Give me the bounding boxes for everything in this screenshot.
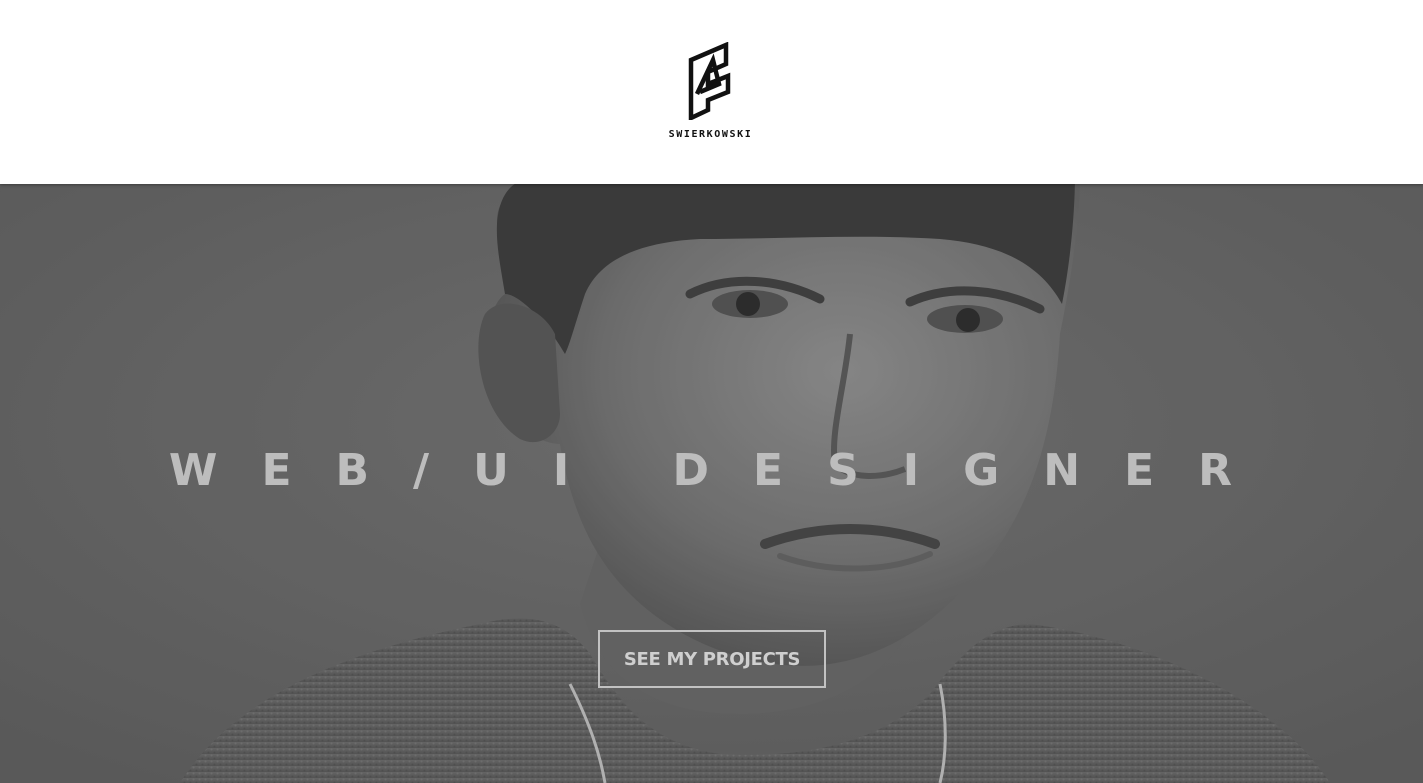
hero-headline: WEB/UI DESIGNER [168,445,1277,497]
see-projects-button[interactable]: SEE MY PROJECTS [598,630,826,688]
monogram-logo-icon [688,42,731,120]
logo-link[interactable]: SWIERKOWSKI [662,40,762,145]
site-header: SWIERKOWSKI [0,0,1423,184]
hero-section: WEB/UI DESIGNER SEE MY PROJECTS [0,184,1423,783]
logo-wordmark: SWIERKOWSKI [668,129,753,140]
